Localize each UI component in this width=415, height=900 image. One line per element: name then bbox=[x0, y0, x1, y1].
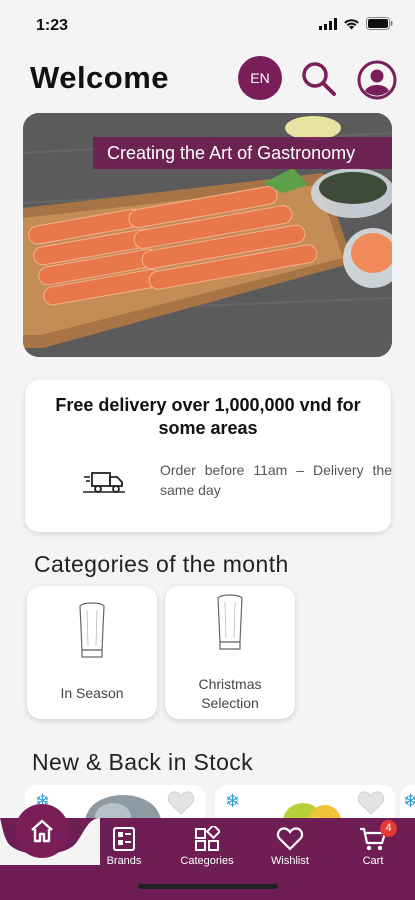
category-label: In Season bbox=[60, 685, 124, 701]
category-card-christmas-selection[interactable]: Christmas Selection bbox=[165, 586, 295, 719]
nav-item-wishlist[interactable]: Wishlist bbox=[255, 826, 325, 867]
hero-banner-text: Creating the Art of Gastronomy bbox=[93, 137, 392, 169]
chef-hat-icon bbox=[217, 594, 243, 650]
home-icon bbox=[31, 819, 53, 843]
categories-section-title: Categories of the month bbox=[34, 551, 289, 577]
chef-hat-icon bbox=[79, 602, 105, 658]
wifi-icon bbox=[344, 18, 359, 29]
frozen-snowflake-icon: ❄ bbox=[403, 791, 415, 811]
wishlist-heart-icon[interactable] bbox=[357, 790, 385, 816]
status-time: 1:23 bbox=[36, 17, 69, 34]
delivery-info-card: Free delivery over 1,000,000 vnd for som… bbox=[25, 380, 392, 532]
brands-icon bbox=[113, 827, 135, 851]
frozen-snowflake-icon: ❄ bbox=[225, 791, 241, 811]
nav-item-categories[interactable]: Categories bbox=[172, 826, 242, 867]
battery-icon bbox=[366, 17, 393, 30]
delivery-note: Order before 11am – Delivery the same da… bbox=[160, 462, 392, 498]
category-card-in-season[interactable]: In Season bbox=[27, 586, 157, 719]
categories-icon bbox=[195, 826, 220, 851]
category-label: Christmas Selection bbox=[198, 676, 262, 711]
nav-label: Categories bbox=[180, 855, 234, 867]
status-bar: 1:23 bbox=[0, 0, 415, 50]
search-icon[interactable] bbox=[300, 60, 338, 98]
hero-banner[interactable]: Creating the Art of Gastronomy bbox=[23, 113, 392, 357]
nav-label: Brands bbox=[106, 855, 142, 867]
home-button[interactable] bbox=[15, 804, 69, 858]
nav-label: Cart bbox=[362, 855, 384, 867]
nav-label: Wishlist bbox=[271, 855, 309, 867]
user-profile-icon[interactable] bbox=[357, 60, 397, 100]
new-stock-section-title: New & Back in Stock bbox=[32, 749, 254, 775]
nav-item-brands[interactable]: Brands bbox=[89, 826, 159, 867]
nav-item-cart[interactable]: 4 Cart bbox=[338, 820, 408, 867]
app-header: Welcome EN bbox=[0, 54, 415, 104]
heart-icon bbox=[276, 827, 304, 851]
delivery-headline: Free delivery over 1,000,000 vnd for som… bbox=[55, 395, 361, 438]
status-icons bbox=[319, 17, 393, 30]
cart-count-badge: 4 bbox=[380, 820, 397, 837]
delivery-truck-icon bbox=[83, 472, 125, 493]
language-button[interactable]: EN bbox=[238, 56, 282, 100]
home-indicator[interactable] bbox=[138, 884, 278, 889]
cellular-signal-icon bbox=[319, 17, 337, 30]
page-title: Welcome bbox=[30, 60, 170, 95]
wishlist-heart-icon[interactable] bbox=[167, 790, 195, 816]
